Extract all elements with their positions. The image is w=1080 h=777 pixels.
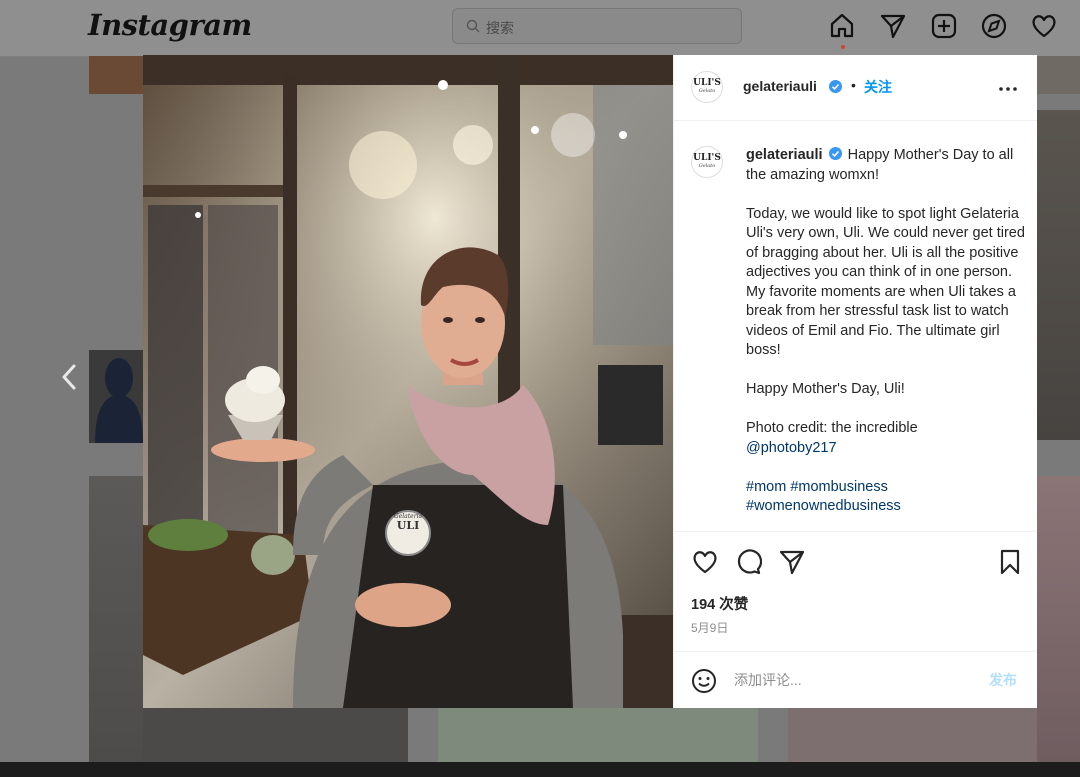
feed-tile[interactable] (1037, 110, 1080, 440)
verified-badge-icon (828, 147, 842, 160)
top-navigation: Instagram 搜索 (0, 0, 1080, 57)
hashtag-link[interactable]: #mombusiness (790, 479, 888, 495)
emoji-icon[interactable] (691, 668, 717, 694)
feed-tile[interactable] (438, 708, 758, 762)
search-input[interactable]: 搜索 (452, 8, 742, 44)
search-placeholder: 搜索 (486, 20, 514, 36)
photo-credit-text: Photo credit: the incredible (746, 420, 918, 436)
bottom-strip (0, 762, 1080, 777)
caption-username[interactable]: gelateriauli (746, 147, 823, 163)
feed-tile[interactable] (1037, 476, 1080, 762)
comment-bar: 添加评论... 发布 (674, 651, 1037, 708)
home-icon[interactable] (828, 12, 856, 40)
hashtag-link[interactable]: #mom (746, 479, 786, 495)
person-silhouette (95, 358, 143, 443)
feed-tile[interactable] (143, 708, 408, 762)
avatar[interactable]: ULI'S Gelato (691, 71, 723, 103)
header-username[interactable]: gelateriauli (743, 78, 817, 94)
post-details-panel: ULI'S Gelato gelateriauli • 关注 ULI'S Gel… (673, 55, 1037, 708)
direct-icon[interactable] (879, 12, 907, 40)
post-caption: gelateriauli Happy Mother's Day to all t… (746, 146, 1026, 531)
caption-paragraph: Happy Mother's Day, Uli! (746, 381, 905, 397)
feed-tile[interactable] (788, 708, 1037, 762)
separator-dot: • (851, 77, 856, 93)
apron-logo-badge: Gelateria ULI (393, 513, 423, 532)
activity-icon[interactable] (1030, 12, 1058, 40)
hashtag-link[interactable]: #womenownedbusiness (746, 498, 901, 514)
previous-post-chevron-icon[interactable] (58, 362, 82, 392)
like-heart-icon[interactable] (691, 548, 719, 576)
search-icon (466, 19, 480, 33)
explore-icon[interactable] (980, 12, 1008, 40)
share-icon[interactable] (778, 548, 806, 576)
post-comment-button[interactable]: 发布 (989, 670, 1017, 690)
caption-avatar[interactable]: ULI'S Gelato (691, 146, 723, 178)
post-date: 5月9日 (691, 621, 729, 635)
caption-scroll-area[interactable]: ULI'S Gelato gelateriauli Happy Mother's… (674, 121, 1037, 531)
post-photo[interactable]: Gelateria ULI (143, 55, 673, 708)
comment-icon[interactable] (734, 548, 762, 576)
home-active-dot (841, 45, 845, 49)
feed-tile[interactable] (1037, 56, 1080, 94)
comment-input[interactable]: 添加评论... (734, 670, 802, 690)
like-count[interactable]: 194 次赞 (691, 593, 748, 614)
new-post-icon[interactable] (930, 12, 958, 40)
post-modal: Gelateria ULI ULI'S Gelato gelateriauli … (143, 55, 1037, 708)
post-photo-illustration (143, 55, 673, 708)
save-bookmark-icon[interactable] (996, 548, 1024, 576)
caption-paragraph: Today, we would like to spot light Gelat… (746, 205, 1025, 359)
instagram-logo[interactable]: Instagram (88, 8, 252, 42)
verified-badge-icon (829, 80, 842, 93)
feed-tile[interactable] (89, 350, 143, 443)
photographer-link[interactable]: @photoby217 (746, 440, 837, 456)
more-options-icon[interactable] (998, 79, 1018, 99)
post-actions: 194 次赞 5月9日 (674, 531, 1037, 652)
feed-tile[interactable] (89, 56, 143, 94)
follow-button[interactable]: 关注 (864, 77, 892, 97)
post-header: ULI'S Gelato gelateriauli • 关注 (674, 55, 1037, 121)
feed-tile[interactable] (89, 476, 143, 762)
